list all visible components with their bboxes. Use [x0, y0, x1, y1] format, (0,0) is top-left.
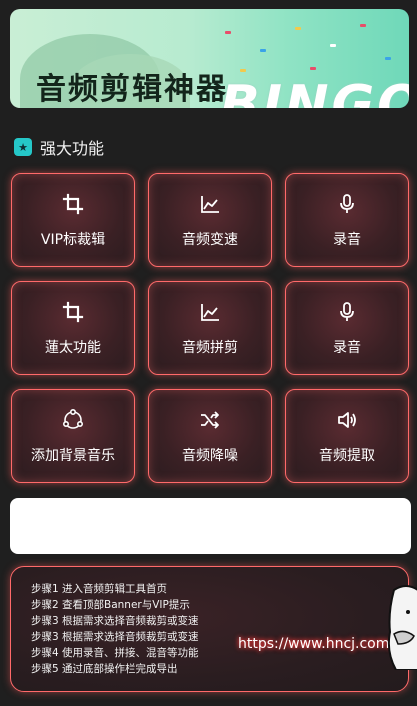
- confetti: [260, 49, 266, 52]
- step-item: 步骤2 查看顶部Banner与VIP提示: [31, 599, 190, 611]
- feature-label: 音频拼剪: [182, 339, 238, 356]
- mascot-character: [387, 585, 417, 670]
- shuffle-icon: [201, 410, 219, 429]
- steps-list: 步骤1 进入音频剪辑工具首页步骤2 查看顶部Banner与VIP提示 步骤3 根据…: [31, 581, 408, 677]
- confetti: [330, 44, 336, 47]
- feature-label: 添加背景音乐: [31, 447, 115, 464]
- section-header: ★ 强大功能: [14, 136, 104, 158]
- feature-button[interactable]: 录音: [285, 281, 409, 375]
- feature-button[interactable]: 音频变速: [148, 173, 272, 267]
- feature-label: 录音: [333, 231, 361, 248]
- feature-button[interactable]: 蓮太功能: [11, 281, 135, 375]
- text-input-area[interactable]: [10, 498, 411, 554]
- line-chart-icon: [201, 303, 219, 321]
- confetti: [295, 27, 301, 30]
- feature-label: 蓮太功能: [45, 339, 101, 356]
- star-badge-icon: ★: [14, 138, 32, 156]
- feature-label: 音频降噪: [182, 447, 238, 464]
- crop-icon: [62, 193, 84, 214]
- feature-button[interactable]: VIP标裁辑: [11, 173, 135, 267]
- feature-button[interactable]: 添加背景音乐: [11, 389, 135, 483]
- feature-label: 录音: [333, 339, 361, 356]
- confetti: [360, 24, 366, 27]
- step-item: 步骤1 进入音频剪辑工具首页: [31, 583, 168, 595]
- feature-button[interactable]: 音频降噪: [148, 389, 272, 483]
- feature-label: 音频提取: [319, 447, 375, 464]
- feature-button[interactable]: 录音: [285, 173, 409, 267]
- confetti: [225, 31, 231, 34]
- share-nodes-icon: [62, 408, 83, 429]
- crop-icon: [62, 301, 84, 322]
- step-item: 步骤5 通过底部操作栏完成导出: [31, 663, 178, 675]
- confetti: [310, 67, 316, 70]
- confetti: [240, 69, 246, 72]
- banner-decoration-text: BINGO!: [220, 75, 409, 108]
- watermark-url: https://www.hncj.com/: [238, 636, 395, 652]
- line-chart-icon: [201, 195, 219, 213]
- microphone-icon: [340, 301, 354, 321]
- feature-button[interactable]: 音频提取: [285, 389, 409, 483]
- feature-label: 音频变速: [182, 231, 238, 248]
- feature-label: VIP标裁辑: [40, 231, 106, 248]
- confetti: [385, 57, 391, 60]
- microphone-icon: [340, 193, 354, 213]
- volume-icon: [338, 411, 356, 428]
- steps-panel: 步骤1 进入音频剪辑工具首页步骤2 查看顶部Banner与VIP提示 步骤3 根据…: [10, 566, 409, 692]
- section-title: 强大功能: [40, 139, 105, 158]
- banner-title: 音频剪辑神器: [36, 72, 228, 107]
- banner[interactable]: BINGO! 音频剪辑神器: [10, 9, 409, 108]
- feature-button[interactable]: 音频拼剪: [148, 281, 272, 375]
- step-item: 步骤3 根据需求选择音频裁剪或变速: [31, 615, 199, 627]
